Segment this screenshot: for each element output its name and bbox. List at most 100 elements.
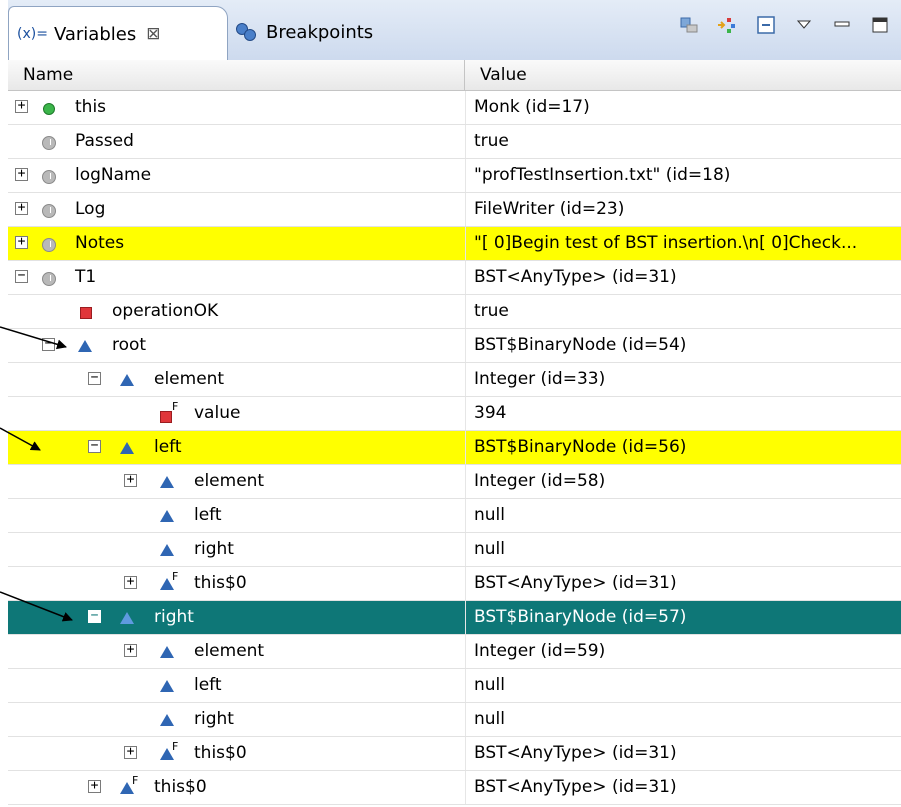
- name-column-header[interactable]: Name: [8, 60, 465, 90]
- variable-name: element: [194, 641, 265, 661]
- tree-row[interactable]: Fvalue 394: [8, 397, 901, 431]
- package-field-icon: [159, 506, 177, 526]
- collapse-icon[interactable]: −: [15, 269, 28, 283]
- package-field-icon: [159, 710, 177, 730]
- maximize-icon[interactable]: [869, 14, 891, 36]
- variable-name: this$0: [154, 777, 207, 797]
- variable-value: true: [474, 301, 509, 321]
- package-final-field-icon: F: [119, 774, 138, 798]
- view-tab-bar: (x)= Variables ⊠ Breakpoints: [8, 0, 901, 61]
- tree-row[interactable]: + Notes "[ 0]Begin test of BST insertion.\…: [8, 227, 901, 261]
- variables-view: (x)= Variables ⊠ Breakpoints Name Value …: [8, 0, 901, 807]
- local-variable-icon: [40, 98, 58, 118]
- protected-field-icon: [40, 132, 58, 152]
- name-cell: − element: [8, 363, 466, 396]
- minimize-icon[interactable]: [831, 14, 853, 36]
- name-cell: + element: [8, 465, 466, 498]
- package-field-icon: [119, 608, 137, 628]
- variable-value: BST<AnyType> (id=31): [474, 777, 677, 797]
- collapse-icon[interactable]: −: [42, 337, 55, 351]
- variable-name: element: [194, 471, 265, 491]
- variable-name: left: [194, 675, 222, 695]
- variable-value: null: [474, 709, 505, 729]
- name-cell: − right: [8, 601, 466, 634]
- expand-icon[interactable]: +: [124, 473, 137, 487]
- tree-row[interactable]: operationOK true: [8, 295, 901, 329]
- protected-field-icon: [40, 234, 58, 254]
- tree-row[interactable]: left null: [8, 669, 901, 703]
- variable-name: right: [194, 539, 234, 559]
- tree-row[interactable]: + this Monk (id=17): [8, 91, 901, 125]
- tree-row[interactable]: + element Integer (id=59): [8, 635, 901, 669]
- tab-variables[interactable]: (x)= Variables ⊠: [8, 6, 228, 61]
- variable-value: BST$BinaryNode (id=54): [474, 335, 687, 355]
- variables-tree: + this Monk (id=17) Passed true + logName "prof…: [8, 91, 901, 805]
- tree-row[interactable]: Passed true: [8, 125, 901, 159]
- collapse-icon[interactable]: −: [88, 609, 101, 623]
- package-field-icon: [119, 370, 137, 390]
- name-cell: + Log: [8, 193, 466, 226]
- expand-icon[interactable]: +: [124, 745, 137, 759]
- tree-row[interactable]: − root BST$BinaryNode (id=54): [8, 329, 901, 363]
- tree-row[interactable]: − T1 BST<AnyType> (id=31): [8, 261, 901, 295]
- tree-row[interactable]: + Log FileWriter (id=23): [8, 193, 901, 227]
- expand-icon[interactable]: +: [88, 779, 101, 793]
- name-cell: + element: [8, 635, 466, 668]
- variable-name: right: [194, 709, 234, 729]
- tree-row[interactable]: left null: [8, 499, 901, 533]
- column-header: Name Value: [8, 60, 901, 91]
- variable-name: left: [154, 437, 182, 457]
- variable-value: Integer (id=58): [474, 471, 606, 491]
- package-field-icon: [159, 642, 177, 662]
- tab-breakpoints[interactable]: Breakpoints: [230, 6, 396, 58]
- name-cell: Passed: [8, 125, 466, 158]
- variable-name: this$0: [194, 743, 247, 763]
- expand-icon[interactable]: +: [15, 99, 28, 113]
- collapse-icon[interactable]: −: [88, 371, 101, 385]
- select-all-icon[interactable]: [755, 14, 777, 36]
- variable-name: value: [194, 403, 241, 423]
- name-cell: − root: [8, 329, 466, 362]
- protected-field-icon: [40, 166, 58, 186]
- variable-value: "profTestInsertion.txt" (id=18): [474, 165, 731, 185]
- collapse-all-icon[interactable]: [717, 14, 739, 36]
- tree-row[interactable]: − right BST$BinaryNode (id=57): [8, 601, 901, 635]
- show-type-names-icon[interactable]: [679, 14, 701, 36]
- name-cell: right: [8, 703, 466, 736]
- variable-value: true: [474, 131, 509, 151]
- tree-row[interactable]: − element Integer (id=33): [8, 363, 901, 397]
- package-field-icon: [159, 676, 177, 696]
- protected-field-icon: [40, 200, 58, 220]
- expand-icon[interactable]: +: [15, 235, 28, 249]
- variable-name: this: [75, 97, 107, 117]
- close-icon[interactable]: ⊠: [146, 24, 160, 44]
- tree-row[interactable]: + Fthis$0 BST<AnyType> (id=31): [8, 737, 901, 771]
- tree-row[interactable]: right null: [8, 533, 901, 567]
- package-final-field-icon: F: [159, 570, 178, 594]
- variable-value: null: [474, 675, 505, 695]
- variable-value: Monk (id=17): [474, 97, 590, 117]
- value-column-header[interactable]: Value: [465, 60, 901, 90]
- name-cell: + logName: [8, 159, 466, 192]
- package-field-icon: [119, 438, 137, 458]
- tree-row[interactable]: + Fthis$0 BST<AnyType> (id=31): [8, 771, 901, 805]
- variable-name: root: [112, 335, 147, 355]
- tree-row[interactable]: + logName "profTestInsertion.txt" (id=18): [8, 159, 901, 193]
- expand-icon[interactable]: +: [15, 201, 28, 215]
- expand-icon[interactable]: +: [15, 167, 28, 181]
- collapse-icon[interactable]: −: [88, 439, 101, 453]
- expand-icon[interactable]: +: [124, 575, 137, 589]
- private-field-icon: [77, 302, 95, 322]
- variable-value: Integer (id=33): [474, 369, 606, 389]
- expand-icon[interactable]: +: [124, 643, 137, 657]
- tab-breakpoints-label: Breakpoints: [266, 21, 374, 43]
- tree-row[interactable]: − left BST$BinaryNode (id=56): [8, 431, 901, 465]
- protected-field-icon: [40, 268, 58, 288]
- name-cell: + Fthis$0: [8, 771, 466, 804]
- tab-variables-label: Variables: [53, 23, 137, 45]
- tree-row[interactable]: + element Integer (id=58): [8, 465, 901, 499]
- tree-row[interactable]: right null: [8, 703, 901, 737]
- tree-row[interactable]: + Fthis$0 BST<AnyType> (id=31): [8, 567, 901, 601]
- variable-name: Log: [75, 199, 106, 219]
- view-menu-icon[interactable]: [793, 14, 815, 36]
